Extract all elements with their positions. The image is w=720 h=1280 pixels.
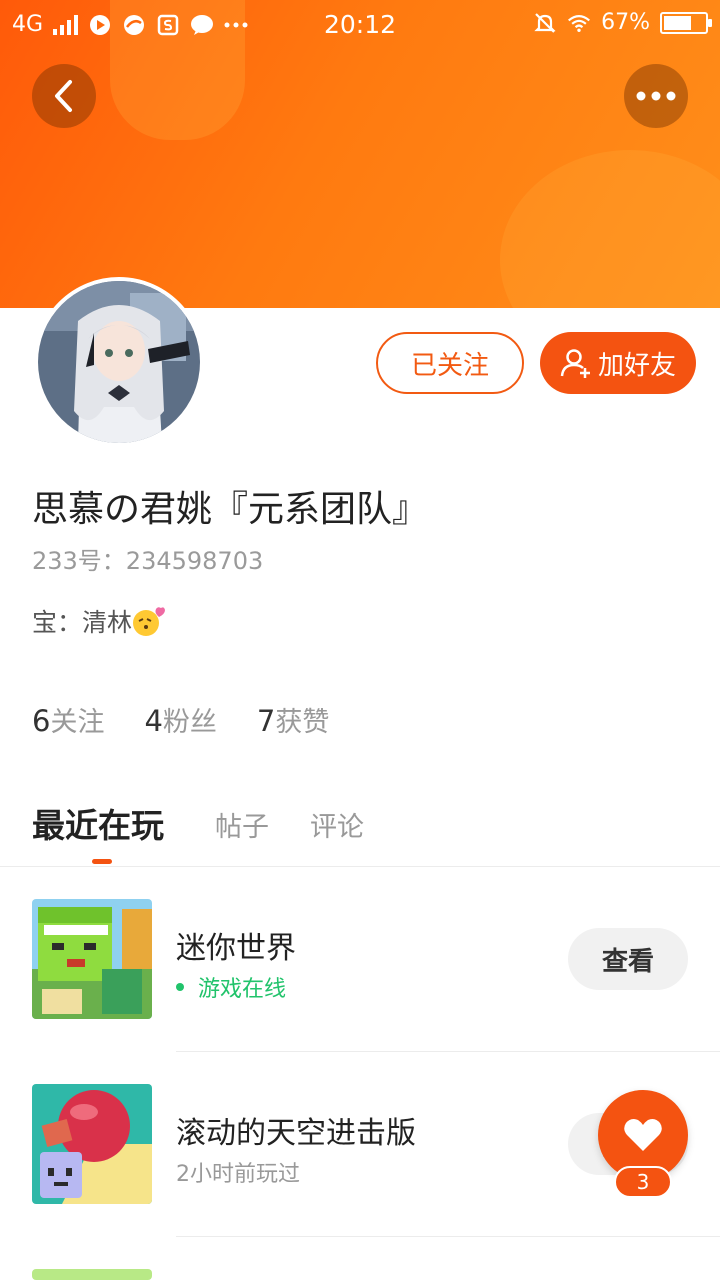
stat-fans[interactable]: 4粉丝 bbox=[144, 700, 216, 739]
game-icon-mini-world bbox=[32, 899, 152, 1019]
more-icon bbox=[636, 91, 676, 101]
user-bio: 宝：清林 bbox=[32, 603, 166, 639]
back-button[interactable] bbox=[32, 64, 96, 128]
game-icon-partial bbox=[32, 1269, 152, 1280]
banner-decoration bbox=[500, 150, 720, 308]
game-status: 游戏在线 bbox=[176, 971, 286, 1003]
list-item[interactable]: 迷你世界 游戏在线 查看 bbox=[0, 899, 720, 1085]
tab-posts[interactable]: 帖子 bbox=[215, 805, 269, 844]
stat-following[interactable]: 6关注 bbox=[32, 700, 104, 739]
add-user-icon bbox=[560, 349, 590, 378]
game-status-text: 游戏在线 bbox=[198, 977, 287, 1002]
followed-button[interactable]: 已关注 bbox=[376, 332, 524, 394]
user-bio-text: 宝：清林 bbox=[32, 608, 133, 637]
view-button[interactable]: 查看 bbox=[568, 928, 688, 990]
game-name: 迷你世界 bbox=[176, 931, 296, 966]
divider bbox=[176, 1236, 720, 1237]
back-icon bbox=[55, 80, 72, 112]
status-bar: 4G 20:12 67% bbox=[0, 0, 720, 50]
tab-recently-played[interactable]: 最近在玩 bbox=[32, 799, 164, 847]
user-name: 思慕の君姚『元系团队』 bbox=[32, 489, 429, 530]
stat-likes[interactable]: 7获赞 bbox=[257, 700, 329, 739]
more-button[interactable] bbox=[624, 64, 688, 128]
wifi-icon bbox=[567, 11, 591, 35]
battery-percent: 67% bbox=[601, 10, 650, 35]
like-count-badge: 3 bbox=[614, 1166, 672, 1198]
add-friend-button[interactable]: 加好友 bbox=[540, 332, 696, 394]
battery-icon bbox=[660, 11, 712, 34]
user-id: 233号：234598703 bbox=[32, 547, 264, 575]
game-name: 滚动的天空进击版 bbox=[176, 1116, 416, 1151]
tab-comments[interactable]: 评论 bbox=[310, 805, 364, 844]
mute-icon bbox=[533, 11, 557, 35]
tab-indicator bbox=[92, 859, 112, 864]
kiss-emoji-icon bbox=[133, 607, 166, 636]
heart-icon bbox=[624, 1119, 662, 1151]
avatar[interactable] bbox=[34, 277, 204, 447]
profile-tabs: 最近在玩 帖子 评论 bbox=[0, 795, 720, 867]
profile-stats: 6关注 4粉丝 7获赞 bbox=[32, 700, 329, 739]
add-friend-label: 加好友 bbox=[597, 350, 676, 381]
game-icon-rolling-sky bbox=[32, 1084, 152, 1204]
online-dot-icon bbox=[176, 983, 184, 991]
game-status: 2小时前玩过 bbox=[176, 1162, 300, 1187]
divider bbox=[176, 1051, 720, 1052]
